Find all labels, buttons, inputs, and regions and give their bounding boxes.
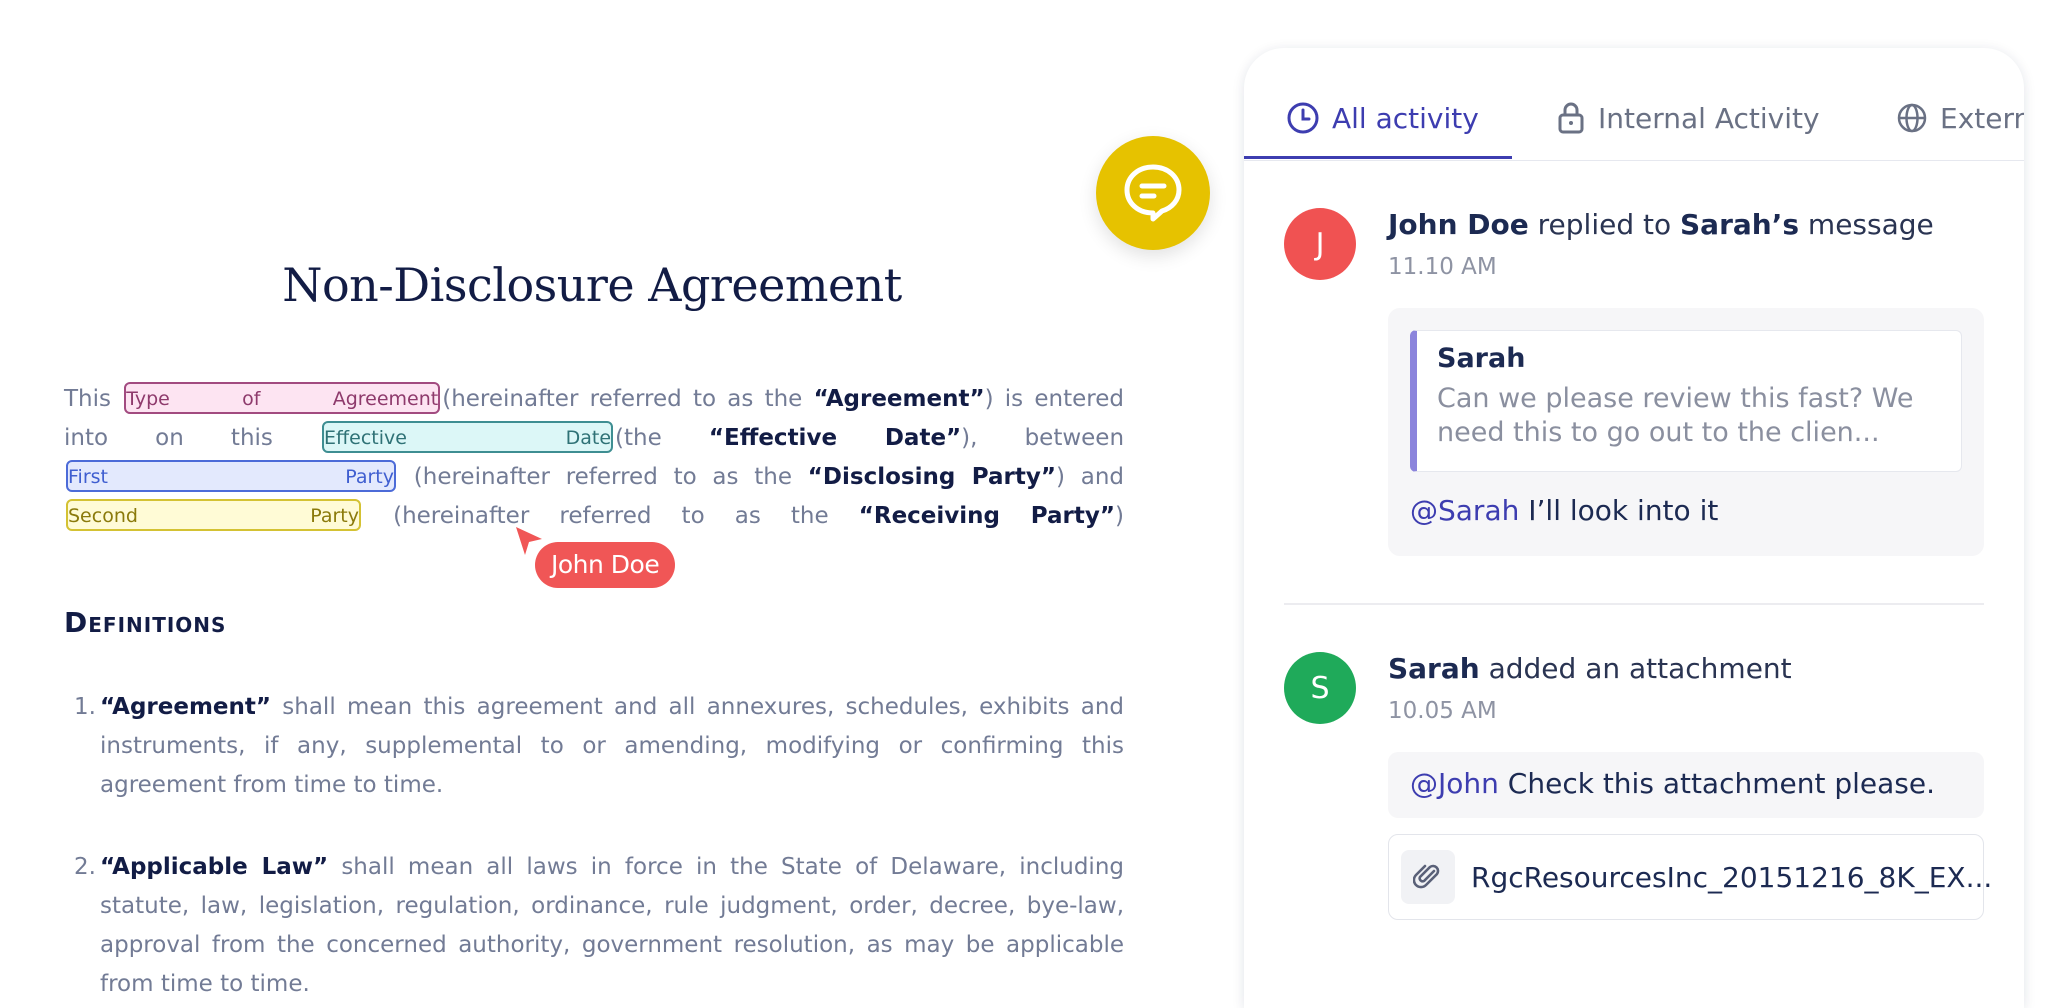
chat-bubble-icon <box>1124 164 1182 222</box>
chat-button[interactable] <box>1096 136 1210 250</box>
activity-timestamp: 11.10 AM <box>1388 254 1497 280</box>
message-text: @John Check this attachment please. <box>1410 767 1936 800</box>
message-card: @John Check this attachment please. <box>1388 752 1984 818</box>
document-title: Non-Disclosure Agreement <box>282 258 902 312</box>
list-item: 1. “Agreement” shall mean this agreement… <box>74 694 1124 798</box>
definitions-heading: Definitions <box>64 606 227 639</box>
paperclip-icon <box>1401 850 1455 904</box>
quoted-message[interactable]: Sarah Can we please review this fast? We… <box>1410 330 1962 472</box>
lock-icon <box>1558 102 1584 134</box>
activity-title: John Doe replied to Sarah’s message <box>1388 208 1934 241</box>
activity-title: Sarah added an attachment <box>1388 652 1792 685</box>
avatar[interactable]: S <box>1284 652 1356 724</box>
definitions-list: 1. “Agreement” shall mean this agreement… <box>64 688 1124 1004</box>
clock-icon <box>1287 102 1319 134</box>
effective-date-field[interactable]: Effective Date <box>322 420 614 453</box>
active-tab-indicator <box>1244 156 1512 159</box>
mention-link[interactable]: @Sarah <box>1410 494 1519 527</box>
activity-timestamp: 10.05 AM <box>1388 698 1497 724</box>
mention-link[interactable]: @John <box>1410 767 1499 800</box>
quote-author: Sarah <box>1437 343 1526 374</box>
quote-text: Can we please review this fast? We need … <box>1437 383 1914 448</box>
reply-message: @Sarah I’ll look into it <box>1410 494 1719 527</box>
globe-icon <box>1897 103 1927 133</box>
document-page: Non-Disclosure Agreement This Type of Ag… <box>0 0 1160 997</box>
activity-tabs: All activity Internal Activity Extern <box>1244 48 2024 161</box>
type-of-agreement-field[interactable]: Type of Agreement <box>124 381 441 414</box>
second-party-field[interactable]: Second Party <box>66 498 361 531</box>
tab-internal-activity[interactable]: Internal Activity <box>1556 100 1820 136</box>
tab-external-activity[interactable]: Extern <box>1896 100 2024 136</box>
reply-card: Sarah Can we please review this fast? We… <box>1388 308 1984 556</box>
avatar[interactable]: J <box>1284 208 1356 280</box>
attachment-item[interactable]: RgcResourcesInc_20151216_8K_EX... <box>1388 834 1992 920</box>
collaborator-cursor-label: John Doe <box>535 542 676 588</box>
list-item: 2. “Applicable Law” shall mean all laws … <box>74 854 1124 997</box>
activity-panel: All activity Internal Activity Extern J … <box>1244 48 2024 1008</box>
intro-paragraph: This Type of Agreement (hereinafter refer… <box>64 380 1124 536</box>
tab-all-activity[interactable]: All activity <box>1286 100 1479 136</box>
activity-divider <box>1284 603 1984 605</box>
attachment-name: RgcResourcesInc_20151216_8K_EX... <box>1471 861 1993 894</box>
first-party-field[interactable]: First Party <box>66 459 396 492</box>
